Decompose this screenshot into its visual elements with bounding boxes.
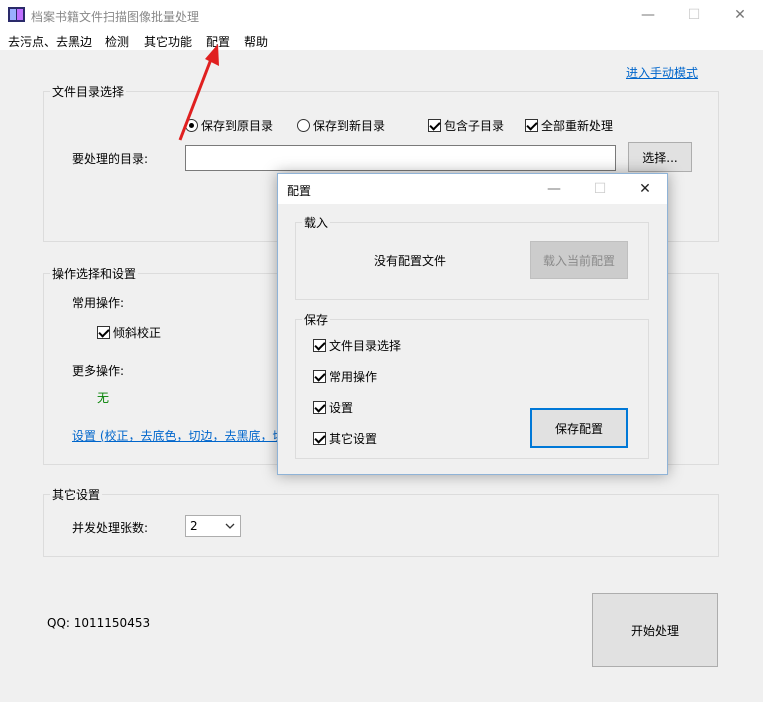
include-subdirectory-checkbox[interactable]: 包含子目录 [428, 117, 504, 134]
checkbox-checked-icon [525, 119, 538, 132]
more-operations-label: 更多操作: [72, 364, 125, 378]
file-directory-legend: 文件目录选择 [52, 85, 125, 99]
settings-link[interactable]: 设置 (校正，去底色，切边，去黑底，切 [72, 427, 285, 444]
chevron-down-icon [225, 523, 235, 529]
minimize-button[interactable]: — [625, 0, 671, 30]
load-legend: 载入 [304, 216, 329, 230]
dialog-minimize-button[interactable]: — [531, 174, 577, 204]
dialog-title-bar: 配置 — ☐ ✕ [278, 174, 667, 204]
qq-number: QQ: 1011150453 [47, 616, 151, 630]
save-settings-checkbox[interactable]: 设置 [313, 399, 353, 416]
annotation-arrow-icon [178, 44, 219, 141]
directory-input[interactable] [185, 145, 616, 171]
checkbox-checked-icon [313, 339, 326, 352]
close-button[interactable]: ✕ [717, 0, 763, 30]
config-dialog: 配置 — ☐ ✕ 载入 没有配置文件 载入当前配置 保存 文件目录选择 常用操作… [277, 173, 668, 475]
more-operations-value: 无 [97, 391, 110, 405]
operations-legend: 操作选择和设置 [52, 267, 137, 281]
checkbox-checked-icon [313, 432, 326, 445]
reprocess-all-checkbox[interactable]: 全部重新处理 [525, 117, 613, 134]
radio-unchecked-icon [297, 119, 310, 132]
no-config-text: 没有配置文件 [374, 254, 447, 268]
menu-help[interactable]: 帮助 [244, 33, 268, 50]
checkbox-checked-icon [313, 401, 326, 414]
window-title: 档案书籍文件扫描图像批量处理 [31, 10, 200, 24]
dialog-maximize-button[interactable]: ☐ [577, 174, 623, 204]
save-other-settings-checkbox[interactable]: 其它设置 [313, 430, 377, 447]
dialog-title: 配置 [287, 184, 312, 198]
maximize-button[interactable]: ☐ [671, 0, 717, 30]
menu-bar: 去污点、去黑边 检测 其它功能 配置 帮助 [0, 30, 763, 50]
app-icon [8, 7, 25, 22]
menu-detect[interactable]: 检测 [105, 33, 129, 50]
save-legend: 保存 [304, 313, 329, 327]
checkbox-checked-icon [97, 326, 110, 339]
directory-label: 要处理的目录: [72, 152, 149, 166]
checkbox-checked-icon [313, 370, 326, 383]
concurrent-select-value: 2 [190, 519, 198, 533]
menu-cleanup[interactable]: 去污点、去黑边 [8, 33, 92, 50]
save-file-dir-checkbox[interactable]: 文件目录选择 [313, 337, 401, 354]
common-operations-label: 常用操作: [72, 296, 125, 310]
concurrent-select[interactable]: 2 [185, 515, 241, 537]
title-bar: 档案书籍文件扫描图像批量处理 — ☐ ✕ [0, 0, 763, 30]
start-processing-button[interactable]: 开始处理 [592, 593, 718, 667]
concurrent-label: 并发处理张数: [72, 521, 149, 535]
manual-mode-link[interactable]: 进入手动模式 [626, 64, 698, 81]
select-directory-button[interactable]: 选择... [628, 142, 692, 172]
save-common-ops-checkbox[interactable]: 常用操作 [313, 368, 377, 385]
load-config-button[interactable]: 载入当前配置 [530, 241, 628, 279]
deskew-checkbox[interactable]: 倾斜校正 [97, 324, 161, 341]
save-new-radio[interactable]: 保存到新目录 [297, 117, 385, 134]
dialog-close-button[interactable]: ✕ [622, 174, 668, 204]
save-config-button[interactable]: 保存配置 [530, 408, 628, 448]
other-settings-legend: 其它设置 [52, 488, 101, 502]
checkbox-checked-icon [428, 119, 441, 132]
